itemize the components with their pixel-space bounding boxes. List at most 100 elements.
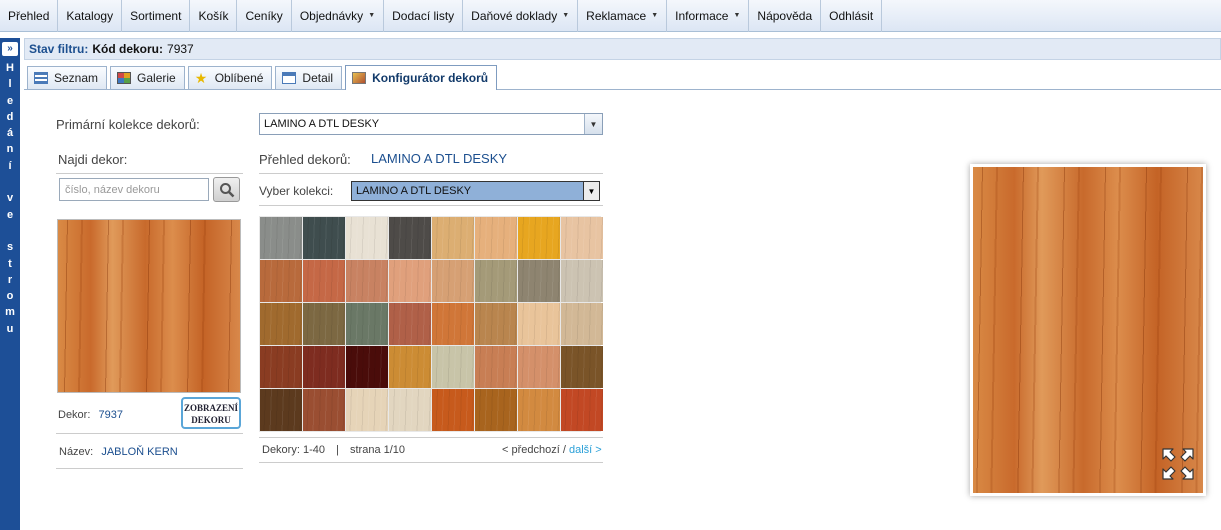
decor-swatch[interactable] [432,303,474,345]
decor-swatch[interactable] [346,389,388,431]
menu-item-label: Nápověda [757,8,813,23]
decor-swatch[interactable] [260,346,302,388]
menu-item-11[interactable]: Odhlásit [821,0,883,32]
decor-swatch[interactable] [346,303,388,345]
sidebar-letter: H [6,62,14,74]
decor-swatch[interactable] [561,217,603,259]
menu-item-label: Daňové doklady [471,8,558,23]
menu-item-label: Informace [675,8,729,23]
decor-swatch[interactable] [475,346,517,388]
menu-item-label: Sortiment [130,8,182,23]
next-page-link[interactable]: další > [569,444,602,456]
filter-key: Kód dekoru: [92,42,164,56]
chevron-down-icon: ▼ [368,12,376,19]
detail-icon [282,72,297,84]
decor-name: JABLOŇ KERN [101,446,178,458]
decor-swatch[interactable] [475,389,517,431]
decor-swatch[interactable] [475,260,517,302]
decor-swatch[interactable] [561,389,603,431]
decor-swatch[interactable] [389,346,431,388]
menu-item-4[interactable]: Ceníky [237,0,292,32]
configurator-panel: Primární kolekce dekorů: LAMINO A DTL DE… [24,90,1221,530]
chevron-down-icon[interactable]: ▼ [583,182,599,200]
expand-sidebar-icon[interactable]: » [2,42,18,56]
sidebar-letter [8,223,11,239]
menu-item-8[interactable]: Reklamace ▼ [578,0,668,32]
decor-swatch[interactable] [389,389,431,431]
fullscreen-icon[interactable] [1161,447,1195,481]
tab-oblibene[interactable]: ★ Oblíbené [187,66,273,89]
decor-swatch[interactable] [561,346,603,388]
filter-label: Stav filtru: [29,42,89,56]
decor-swatch[interactable] [389,217,431,259]
selected-decor-swatch [57,219,241,393]
menu-item-1[interactable]: Katalogy [58,0,123,32]
decor-swatch[interactable] [303,303,345,345]
menu-item-7[interactable]: Daňové doklady ▼ [463,0,579,32]
tab-detail[interactable]: Detail [275,66,343,89]
sidebar-letter: e [6,94,14,107]
search-button[interactable] [213,177,240,202]
decor-swatch[interactable] [303,346,345,388]
decor-preview-image[interactable] [970,164,1206,496]
menu-item-0[interactable]: Přehled [0,0,59,32]
pagination-slash: / [562,444,566,456]
decor-swatch[interactable] [561,303,603,345]
decor-swatch[interactable] [475,303,517,345]
find-decor-label: Najdi dekor: [58,152,128,167]
decor-overview-label: Přehled dekorů: [259,152,351,167]
decor-swatch[interactable] [432,260,474,302]
sidebar-letter: v [6,192,14,205]
decor-swatch[interactable] [389,303,431,345]
sidebar-letter: d [6,110,14,123]
prev-page-link[interactable]: < předchozí [502,444,560,456]
decor-swatch[interactable] [260,389,302,431]
menu-item-5[interactable]: Objednávky ▼ [292,0,385,32]
decor-swatch[interactable] [303,260,345,302]
sidebar-letter [8,174,11,190]
decor-swatch[interactable] [518,389,560,431]
decor-swatch[interactable] [303,389,345,431]
sidebar-letter: n [6,143,14,156]
sidebar-letter: á [6,127,14,140]
decor-swatch[interactable] [260,217,302,259]
collection-select[interactable]: LAMINO A DTL DESKY ▼ [351,181,600,201]
show-decor-button[interactable]: ZOBRAZENÍ DEKORU [181,397,241,429]
decor-swatch[interactable] [346,260,388,302]
decor-swatch[interactable] [518,303,560,345]
decor-swatch[interactable] [432,346,474,388]
chevron-down-icon[interactable]: ▼ [584,114,602,134]
decor-swatch[interactable] [346,346,388,388]
decor-swatch[interactable] [260,303,302,345]
menu-item-3[interactable]: Košík [190,0,238,32]
tab-galerie[interactable]: Galerie [110,66,185,89]
decor-swatch[interactable] [389,260,431,302]
decor-swatch[interactable] [561,260,603,302]
decor-swatch[interactable] [346,217,388,259]
menu-item-label: Katalogy [66,8,114,23]
decor-swatch[interactable] [303,217,345,259]
primary-collection-select[interactable]: LAMINO A DTL DESKY ▼ [259,113,603,135]
primary-collection-value: LAMINO A DTL DESKY [264,118,380,130]
decor-swatch[interactable] [518,217,560,259]
menu-item-10[interactable]: Nápověda [749,0,822,32]
tab-label: Konfigurátor dekorů [372,71,489,85]
decor-swatch[interactable] [518,346,560,388]
sidebar-letter: t [8,257,12,270]
sidebar-vertical-label[interactable]: Hledání ve stromu [0,60,20,337]
decor-search-input[interactable]: číslo, název dekoru [59,178,209,201]
menu-item-9[interactable]: Informace ▼ [667,0,750,32]
decor-code-label: Dekor: [58,409,91,421]
tree-search-sidebar[interactable]: » Hledání ve stromu [0,38,20,530]
tab-konfigurator[interactable]: Konfigurátor dekorů [345,65,498,90]
decor-swatch[interactable] [432,389,474,431]
menu-item-6[interactable]: Dodací listy [384,0,464,32]
decor-swatch[interactable] [432,217,474,259]
decor-swatch[interactable] [475,217,517,259]
menu-item-2[interactable]: Sortiment [122,0,191,32]
tab-seznam[interactable]: Seznam [27,66,108,89]
decor-name-row: Název: JABLOŇ KERN [59,446,178,458]
decor-swatch[interactable] [518,260,560,302]
decor-swatch[interactable] [260,260,302,302]
primary-collection-label: Primární kolekce dekorů: [56,117,200,132]
